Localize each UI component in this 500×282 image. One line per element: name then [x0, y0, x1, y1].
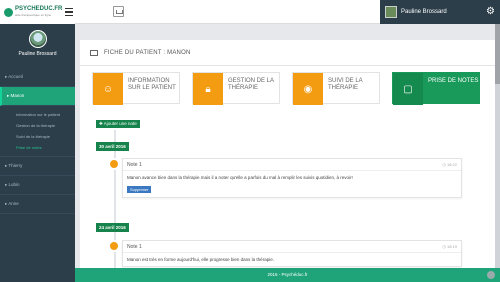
page-title-text: FICHE DU PATIENT : MANON — [104, 49, 191, 56]
date-tag: 30 avril 2016 — [96, 142, 129, 151]
topbar: Pauline Brossard ⚙ — [75, 0, 500, 24]
sidebar-nav: ▸ Accueil ▸ Manon Information sur le pat… — [0, 68, 75, 214]
note-time: ◷ 18:22 — [442, 162, 457, 167]
mail-icon[interactable] — [113, 6, 124, 17]
sidebar-item-manon[interactable]: ▸ Manon — [0, 87, 75, 106]
add-note-button[interactable]: ✚ Ajouter une note — [96, 120, 140, 128]
tile-label: GESTION DE LA THÉRAPIE — [228, 78, 274, 91]
note-card: Note 1 ◷ 18:22 Manon avance bien dans la… — [122, 158, 462, 198]
eye-icon: ◉ — [293, 73, 323, 105]
tile-notes[interactable]: ▢ PRISE DE NOTES — [392, 72, 480, 105]
envelope-icon — [90, 49, 98, 56]
note-card: Note 1 ◷ 18:19 Manon est très en forme a… — [122, 240, 462, 267]
sidebar-subitem-suivi[interactable]: Suivi de la thérapie — [0, 131, 75, 142]
sidebar: PSYCHEDUC.FR aide thérapeutique en ligne… — [0, 0, 75, 282]
sidebar-subitem-notes[interactable]: Prise de notes — [0, 142, 75, 153]
logo-mark — [4, 7, 13, 17]
sidebar-item-anne[interactable]: ▸ Anne — [0, 195, 75, 214]
profile: Pauline Brossard — [0, 24, 75, 68]
main-panel: FICHE DU PATIENT : MANON ☺ INFORMATION S… — [80, 40, 495, 268]
sidebar-submenu: Information sur le patient Gestion de la… — [0, 106, 75, 157]
profile-name: Pauline Brossard — [18, 51, 57, 57]
menu-toggle-icon[interactable] — [64, 6, 74, 17]
clock-icon — [108, 158, 120, 170]
note-icon: ▢ — [393, 73, 423, 105]
tile-information[interactable]: ☺ INFORMATION SUR LE PATIENT — [92, 72, 180, 105]
sidebar-item-thierry[interactable]: ▸ Thierry — [0, 157, 75, 176]
sidebar-subitem-information[interactable]: Information sur le patient — [0, 109, 75, 120]
user-avatar — [385, 6, 397, 18]
note-time: ◷ 18:19 — [442, 244, 457, 249]
user-name: Pauline Brossard — [401, 9, 447, 15]
sidebar-item-accueil[interactable]: ▸ Accueil — [0, 68, 75, 87]
tile-label: SUIVI DE LA THÉRAPIE — [328, 78, 363, 91]
date-tag: 24 avril 2016 — [96, 223, 129, 232]
scrollbar-thumb[interactable] — [495, 24, 500, 84]
tile-suivi[interactable]: ◉ SUIVI DE LA THÉRAPIE — [292, 72, 380, 105]
sidebar-item-lubin[interactable]: ▸ Lubin — [0, 176, 75, 195]
footer-text: 2016 - Psychéduc.fr — [267, 272, 308, 277]
note-title: Note 1 — [127, 244, 142, 250]
note-text: Manon est très en forme aujourd'hui, ell… — [127, 257, 274, 262]
person-icon: ☺ — [93, 73, 123, 105]
action-tiles: ☺ INFORMATION SUR LE PATIENT 🔒︎ GESTION … — [92, 72, 482, 105]
footer: 2016 - Psychéduc.fr — [75, 268, 500, 282]
note-title: Note 1 — [127, 162, 142, 168]
page-title: FICHE DU PATIENT : MANON — [80, 40, 495, 66]
clock-icon — [108, 240, 120, 252]
back-to-top-icon[interactable] — [487, 271, 495, 279]
tile-gestion[interactable]: 🔒︎ GESTION DE LA THÉRAPIE — [192, 72, 280, 105]
note-text: Manon avance bien dans la thérapie mais … — [127, 175, 353, 180]
lock-icon: 🔒︎ — [193, 73, 223, 105]
tile-label: PRISE DE NOTES — [428, 78, 479, 84]
gear-icon[interactable]: ⚙ — [486, 7, 495, 17]
scrollbar[interactable] — [495, 24, 500, 268]
brand-tagline: aide thérapeutique en ligne — [15, 13, 52, 17]
avatar — [28, 30, 47, 48]
tile-label: INFORMATION SUR LE PATIENT — [128, 78, 176, 91]
sidebar-subitem-gestion[interactable]: Gestion de la thérapie — [0, 120, 75, 131]
user-menu[interactable]: Pauline Brossard ⚙ — [380, 0, 500, 24]
delete-button[interactable]: Supprimer — [127, 186, 152, 193]
